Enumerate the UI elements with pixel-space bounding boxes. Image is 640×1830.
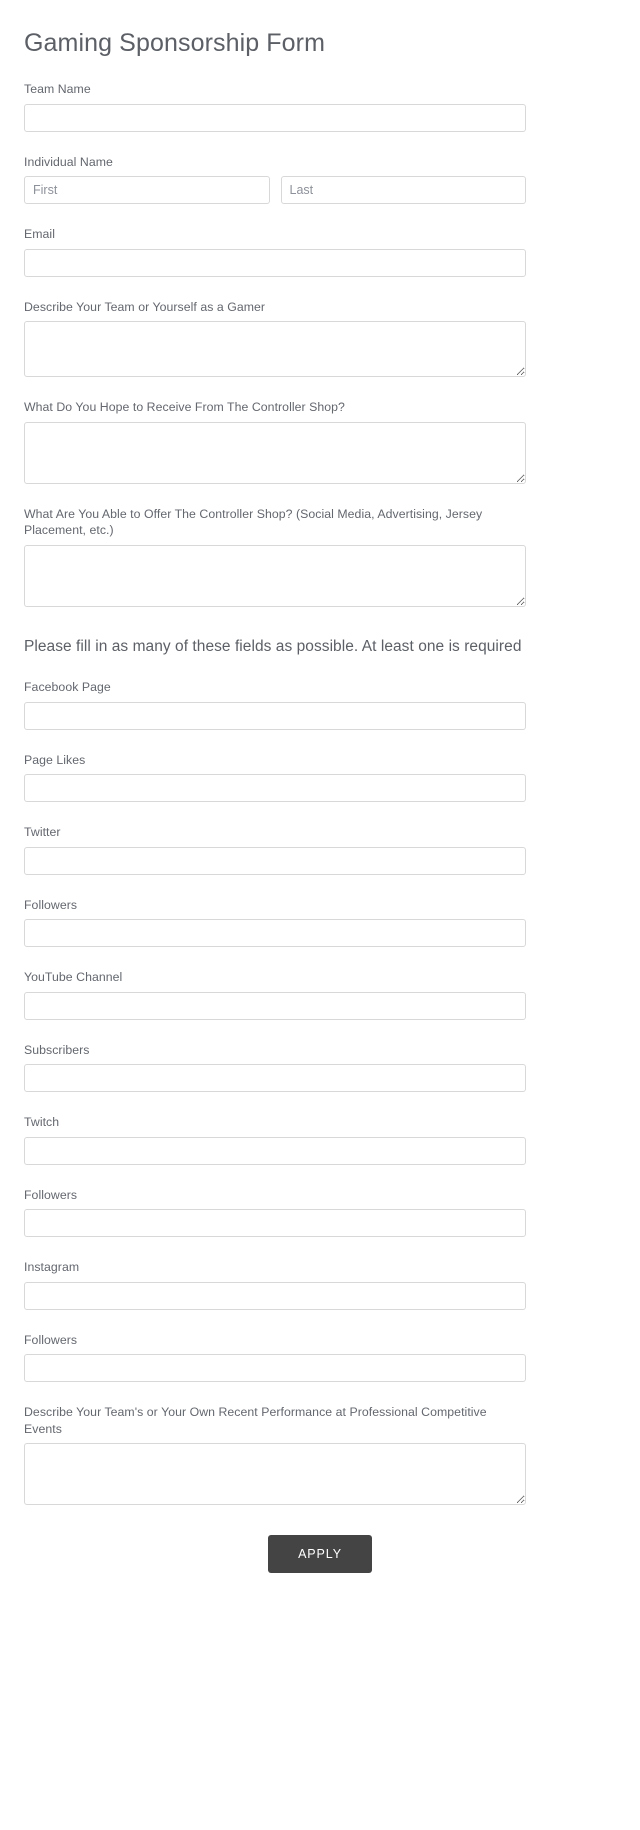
label-twitter: Twitter xyxy=(24,825,61,840)
able-to-offer-textarea[interactable] xyxy=(24,544,526,607)
field-facebook-page: Facebook Page xyxy=(24,679,616,730)
field-subscribers: Subscribers xyxy=(24,1042,616,1093)
page-title: Gaming Sponsorship Form xyxy=(24,29,326,57)
email-input[interactable] xyxy=(24,248,526,277)
apply-button[interactable]: APPLY xyxy=(268,1535,372,1574)
field-hope-to-receive: What Do You Hope to Receive From The Con… xyxy=(24,399,616,484)
sponsorship-form: Gaming Sponsorship Form Team Name Indivi… xyxy=(0,0,640,1618)
twitch-input[interactable] xyxy=(24,1136,526,1165)
hope-to-receive-textarea[interactable] xyxy=(24,421,526,484)
field-individual-name: Individual Name xyxy=(24,154,616,205)
facebook-page-input[interactable] xyxy=(24,701,526,730)
subscribers-input[interactable] xyxy=(24,1064,526,1093)
label-page-likes: Page Likes xyxy=(24,752,86,767)
page-likes-input[interactable] xyxy=(24,774,526,803)
last-name-input[interactable] xyxy=(280,176,526,205)
field-able-to-offer: What Are You Able to Offer The Controlle… xyxy=(24,506,616,607)
label-individual-name: Individual Name xyxy=(24,154,113,169)
submit-row: APPLY xyxy=(24,1535,616,1617)
field-instagram-followers: Followers xyxy=(24,1332,616,1383)
label-instagram-followers: Followers xyxy=(24,1332,78,1347)
label-describe-team: Describe Your Team or Yourself as a Game… xyxy=(24,299,266,314)
label-recent-performance: Describe Your Team's or Your Own Recent … xyxy=(24,1405,487,1436)
field-email: Email xyxy=(24,226,616,277)
label-subscribers: Subscribers xyxy=(24,1042,90,1057)
twitch-followers-input[interactable] xyxy=(24,1209,526,1238)
label-team-name: Team Name xyxy=(24,82,91,97)
label-able-to-offer: What Are You Able to Offer The Controlle… xyxy=(24,506,483,538)
label-instagram: Instagram xyxy=(24,1260,80,1275)
field-instagram: Instagram xyxy=(24,1259,616,1310)
instagram-followers-input[interactable] xyxy=(24,1354,526,1383)
label-youtube-channel: YouTube Channel xyxy=(24,970,123,985)
first-name-input[interactable] xyxy=(24,176,270,205)
field-page-likes: Page Likes xyxy=(24,752,616,803)
field-twitch: Twitch xyxy=(24,1114,616,1165)
label-email: Email xyxy=(24,227,55,242)
field-twitter-followers: Followers xyxy=(24,897,616,948)
section-heading-social: Please fill in as many of these fields a… xyxy=(24,637,522,655)
recent-performance-textarea[interactable] xyxy=(24,1443,526,1506)
label-twitch: Twitch xyxy=(24,1115,60,1130)
individual-name-row xyxy=(24,176,526,205)
field-twitter: Twitter xyxy=(24,824,616,875)
team-name-input[interactable] xyxy=(24,103,526,132)
label-facebook-page: Facebook Page xyxy=(24,680,111,695)
label-twitch-followers: Followers xyxy=(24,1187,78,1202)
field-twitch-followers: Followers xyxy=(24,1187,616,1238)
twitter-input[interactable] xyxy=(24,846,526,875)
label-twitter-followers: Followers xyxy=(24,897,78,912)
instagram-input[interactable] xyxy=(24,1281,526,1310)
youtube-channel-input[interactable] xyxy=(24,991,526,1020)
twitter-followers-input[interactable] xyxy=(24,919,526,948)
field-team-name: Team Name xyxy=(24,81,616,132)
field-recent-performance: Describe Your Team's or Your Own Recent … xyxy=(24,1404,616,1506)
describe-team-textarea[interactable] xyxy=(24,321,526,378)
field-describe-team: Describe Your Team or Yourself as a Game… xyxy=(24,299,616,378)
label-hope-to-receive: What Do You Hope to Receive From The Con… xyxy=(24,400,345,415)
field-youtube-channel: YouTube Channel xyxy=(24,969,616,1020)
